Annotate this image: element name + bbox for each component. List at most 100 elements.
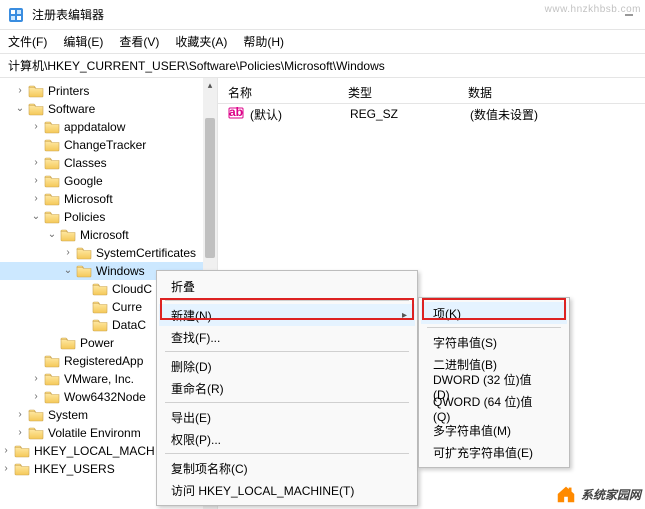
folder-icon: [44, 174, 60, 188]
url-watermark: www.hnzkhbsb.com: [545, 4, 641, 15]
scroll-thumb[interactable]: [205, 118, 215, 258]
tree-item-systemcertificates[interactable]: ›SystemCertificates: [0, 244, 217, 262]
chevron-right-icon[interactable]: ›: [14, 85, 26, 97]
folder-icon: [44, 210, 60, 224]
address-text: 计算机\HKEY_CURRENT_USER\Software\Policies\…: [8, 57, 385, 74]
chevron-blank-icon: [46, 337, 58, 349]
folder-icon: [92, 282, 108, 296]
cm-new-expstring[interactable]: 可扩充字符串值(E): [421, 441, 567, 463]
chevron-right-icon[interactable]: ›: [30, 157, 42, 169]
watermark: 系统家园网: [555, 483, 641, 505]
cm-goto-hklm[interactable]: 访问 HKEY_LOCAL_MACHINE(T): [159, 479, 415, 501]
chevron-blank-icon: [30, 139, 42, 151]
chevron-right-icon[interactable]: ›: [30, 373, 42, 385]
cm-permissions[interactable]: 权限(P)...: [159, 428, 415, 450]
folder-icon: [76, 246, 92, 260]
cm-new-multistring[interactable]: 多字符串值(M): [421, 419, 567, 441]
tree-item-classes[interactable]: ›Classes: [0, 154, 217, 172]
tree-item-policies-microsoft[interactable]: ⌄Microsoft: [0, 226, 217, 244]
context-menu-main: 折叠 新建(N)▸ 查找(F)... 删除(D) 重命名(R) 导出(E) 权限…: [156, 270, 418, 506]
folder-icon: [76, 264, 92, 278]
chevron-right-icon[interactable]: ›: [62, 247, 74, 259]
tree-item-printers[interactable]: ›Printers: [0, 82, 217, 100]
value-name: (默认): [250, 106, 350, 123]
tree-item-google[interactable]: ›Google: [0, 172, 217, 190]
chevron-right-icon[interactable]: ›: [14, 409, 26, 421]
list-row-default[interactable]: ab (默认) REG_SZ (数值未设置): [218, 104, 645, 124]
chevron-right-icon[interactable]: ›: [30, 121, 42, 133]
submenu-arrow-icon: ▸: [402, 310, 407, 321]
folder-icon: [60, 228, 76, 242]
menu-favorites[interactable]: 收藏夹(A): [175, 33, 227, 50]
cm-export[interactable]: 导出(E): [159, 406, 415, 428]
tree-item-changetracker[interactable]: ChangeTracker: [0, 136, 217, 154]
chevron-right-icon[interactable]: ›: [0, 463, 12, 475]
cm-new-key[interactable]: 项(K): [421, 302, 567, 324]
folder-icon: [44, 390, 60, 404]
cm-delete[interactable]: 删除(D): [159, 355, 415, 377]
value-data: (数值未设置): [470, 106, 645, 123]
folder-icon: [28, 102, 44, 116]
folder-icon: [14, 462, 30, 476]
cm-collapse[interactable]: 折叠: [159, 275, 415, 297]
watermark-icon: [555, 483, 577, 505]
list-header: 名称 类型 数据: [218, 82, 645, 104]
chevron-blank-icon: [78, 301, 90, 313]
chevron-blank-icon: [30, 355, 42, 367]
tree-item-appdatalow[interactable]: ›appdatalow: [0, 118, 217, 136]
cm-new-qword[interactable]: QWORD (64 位)值(Q): [421, 397, 567, 419]
col-header-data[interactable]: 数据: [468, 84, 645, 101]
chevron-down-icon[interactable]: ⌄: [62, 265, 74, 277]
cm-separator: [427, 327, 561, 328]
folder-icon: [44, 372, 60, 386]
watermark-text: 系统家园网: [581, 486, 641, 503]
chevron-right-icon[interactable]: ›: [30, 175, 42, 187]
chevron-down-icon[interactable]: ⌄: [46, 229, 58, 241]
folder-icon: [28, 426, 44, 440]
folder-icon: [92, 318, 108, 332]
cm-separator: [165, 300, 409, 301]
context-submenu-new: 项(K) 字符串值(S) 二进制值(B) DWORD (32 位)值(D) QW…: [418, 297, 570, 468]
chevron-down-icon[interactable]: ⌄: [14, 103, 26, 115]
menu-bar: 文件(F) 编辑(E) 查看(V) 收藏夹(A) 帮助(H): [0, 30, 645, 54]
menu-help[interactable]: 帮助(H): [243, 33, 284, 50]
folder-icon: [44, 138, 60, 152]
chevron-down-icon[interactable]: ⌄: [30, 211, 42, 223]
col-header-type[interactable]: 类型: [348, 84, 468, 101]
folder-icon: [92, 300, 108, 314]
chevron-right-icon[interactable]: ›: [0, 445, 12, 457]
folder-icon: [44, 156, 60, 170]
cm-separator: [165, 402, 409, 403]
tree-item-policies[interactable]: ⌄Policies: [0, 208, 217, 226]
folder-icon: [44, 354, 60, 368]
chevron-right-icon[interactable]: ›: [30, 193, 42, 205]
col-header-name[interactable]: 名称: [228, 84, 348, 101]
chevron-right-icon[interactable]: ›: [30, 391, 42, 403]
chevron-blank-icon: [78, 283, 90, 295]
chevron-right-icon[interactable]: ›: [14, 427, 26, 439]
folder-icon: [28, 408, 44, 422]
scroll-up-icon[interactable]: ▴: [203, 78, 217, 92]
cm-rename[interactable]: 重命名(R): [159, 377, 415, 399]
window-title: 注册表编辑器: [32, 6, 104, 23]
folder-icon: [44, 120, 60, 134]
folder-icon: [44, 192, 60, 206]
cm-new-string[interactable]: 字符串值(S): [421, 331, 567, 353]
cm-find[interactable]: 查找(F)...: [159, 326, 415, 348]
cm-copy-key-name[interactable]: 复制项名称(C): [159, 457, 415, 479]
regedit-app-icon: [8, 7, 24, 23]
folder-icon: [28, 84, 44, 98]
tree-item-software[interactable]: ⌄Software: [0, 100, 217, 118]
menu-file[interactable]: 文件(F): [8, 33, 47, 50]
address-bar[interactable]: 计算机\HKEY_CURRENT_USER\Software\Policies\…: [0, 54, 645, 78]
cm-new[interactable]: 新建(N)▸: [159, 304, 415, 326]
cm-separator: [165, 351, 409, 352]
folder-icon: [14, 444, 30, 458]
cm-separator: [165, 453, 409, 454]
chevron-blank-icon: [78, 319, 90, 331]
tree-item-microsoft[interactable]: ›Microsoft: [0, 190, 217, 208]
menu-view[interactable]: 查看(V): [119, 33, 159, 50]
folder-icon: [60, 336, 76, 350]
menu-edit[interactable]: 编辑(E): [63, 33, 103, 50]
string-value-icon: ab: [228, 106, 244, 123]
